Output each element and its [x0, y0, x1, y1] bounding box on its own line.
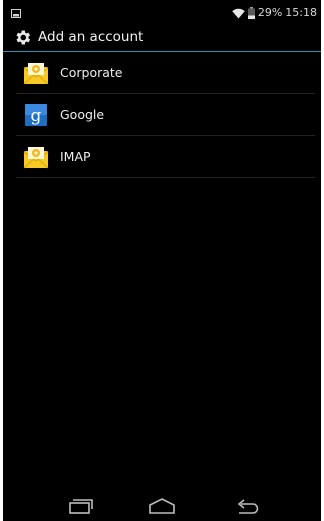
- list-item-label: IMAP: [60, 149, 91, 164]
- gear-icon: [13, 28, 32, 47]
- back-icon[interactable]: [231, 496, 261, 516]
- list-item-label: Corporate: [60, 65, 123, 80]
- status-indicators: 29% 15:18: [232, 6, 317, 20]
- action-bar: Add an account: [3, 25, 321, 50]
- google-icon: g: [23, 102, 49, 128]
- page-title: Add an account: [38, 29, 144, 45]
- status-bar: 29% 15:18: [3, 4, 321, 23]
- wifi-icon: [232, 8, 245, 19]
- list-item-google[interactable]: g Google: [3, 94, 321, 136]
- account-type-list: Corporate g Google IMAP: [3, 52, 321, 178]
- list-divider: [16, 177, 315, 178]
- list-item-imap[interactable]: IMAP: [3, 136, 321, 178]
- email-envelope-icon: [23, 60, 49, 86]
- battery-icon: [247, 7, 255, 19]
- home-icon[interactable]: [147, 496, 177, 516]
- list-item-corporate[interactable]: Corporate: [3, 52, 321, 94]
- screenshot-notification-icon: [11, 8, 21, 18]
- svg-text:g: g: [31, 106, 42, 126]
- email-envelope-icon: [23, 144, 49, 170]
- android-screen: 29% 15:18 Add an account Corporate g Goo…: [3, 0, 321, 521]
- battery-percent: 29%: [257, 6, 283, 19]
- list-item-label: Google: [60, 107, 105, 122]
- clock: 15:18: [285, 6, 317, 19]
- navigation-bar: [3, 492, 321, 521]
- recent-apps-icon[interactable]: [65, 496, 95, 516]
